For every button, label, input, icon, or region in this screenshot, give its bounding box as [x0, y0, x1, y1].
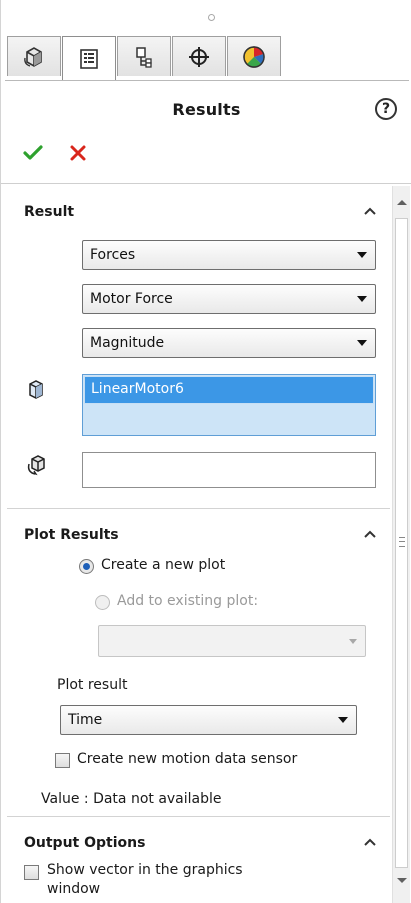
scrollbar-thumb[interactable]	[395, 218, 408, 868]
dropdown-arrow-icon	[357, 296, 367, 302]
dropdown-arrow-icon	[357, 252, 367, 258]
reference-component-icon	[27, 455, 45, 476]
cancel-x-icon[interactable]	[69, 144, 87, 162]
output-options-group: Output Options Show vector in the graphi…	[7, 817, 390, 903]
tab-display-manager[interactable]	[227, 36, 281, 76]
selected-entity-item[interactable]: LinearMotor6	[84, 376, 374, 404]
display-manager-icon	[243, 45, 265, 68]
tab-dimxpert-manager[interactable]	[172, 36, 226, 76]
thumb-grip-icon	[399, 537, 405, 547]
manager-tab-bar	[5, 36, 409, 81]
chevron-up-icon[interactable]	[363, 529, 377, 539]
tab-property-manager[interactable]	[62, 36, 116, 80]
part-icon	[24, 46, 42, 67]
create-motion-sensor-label[interactable]: Create new motion data sensor	[77, 751, 297, 767]
add-existing-plot-label: Add to existing plot:	[117, 593, 259, 609]
result-category-dropdown[interactable]: Forces	[82, 240, 376, 270]
add-existing-plot-radio	[95, 595, 110, 610]
header-divider	[1, 183, 411, 184]
ok-check-icon[interactable]	[23, 144, 43, 162]
configuration-manager-icon	[136, 46, 152, 68]
page-title: Results	[172, 100, 241, 119]
plot-results-group-title: Plot Results	[24, 527, 119, 543]
show-vector-label[interactable]: Show vector in the graphics window	[47, 861, 299, 899]
result-subcategory-value: Motor Force	[90, 291, 173, 307]
dropdown-arrow-icon	[338, 717, 348, 723]
property-scroll-area: Result Forces Motor Force Magnitude Line…	[7, 186, 390, 903]
dropdown-arrow-icon	[349, 639, 357, 644]
show-vector-checkbox[interactable]	[24, 865, 39, 880]
property-manager-icon	[80, 48, 98, 69]
create-new-plot-radio[interactable]	[79, 559, 94, 574]
help-icon[interactable]: ?	[375, 98, 397, 120]
scroll-up-arrow-icon[interactable]	[397, 200, 407, 205]
chevron-up-icon[interactable]	[363, 206, 377, 216]
chevron-up-icon[interactable]	[363, 837, 377, 847]
tab-feature-manager[interactable]	[7, 36, 61, 76]
result-component-dropdown[interactable]: Magnitude	[82, 328, 376, 358]
value-status-text: Value : Data not available	[41, 791, 222, 807]
plot-result-value: Time	[68, 712, 103, 728]
selected-entities-box[interactable]: LinearMotor6	[82, 374, 376, 436]
tab-configuration-manager[interactable]	[117, 36, 171, 76]
result-group-title: Result	[24, 204, 75, 220]
plot-result-dropdown[interactable]: Time	[60, 705, 357, 735]
plot-result-label: Plot result	[57, 677, 128, 693]
grip-dot-icon	[208, 14, 215, 21]
result-group: Result Forces Motor Force Magnitude Line…	[7, 186, 390, 504]
result-component-value: Magnitude	[90, 335, 165, 351]
create-motion-sensor-checkbox[interactable]	[55, 753, 70, 768]
entity-selection-icon	[29, 380, 43, 399]
dropdown-arrow-icon	[357, 340, 367, 346]
dimxpert-icon	[189, 46, 209, 67]
plot-results-group: Plot Results Create a new plot Add to ex…	[7, 509, 390, 815]
result-category-value: Forces	[90, 247, 136, 263]
plot-results-group-header[interactable]: Plot Results	[7, 509, 390, 549]
output-options-group-title: Output Options	[24, 835, 146, 851]
output-options-group-header[interactable]: Output Options	[7, 817, 390, 857]
panel-grip[interactable]	[1, 0, 411, 34]
result-subcategory-dropdown[interactable]: Motor Force	[82, 284, 376, 314]
result-group-header[interactable]: Result	[7, 186, 390, 226]
scroll-down-arrow-icon[interactable]	[397, 878, 407, 883]
create-new-plot-label[interactable]: Create a new plot	[101, 557, 225, 573]
existing-plot-dropdown	[98, 625, 366, 657]
vertical-scrollbar[interactable]	[392, 186, 410, 903]
results-property-manager: Results ? Result Forces Motor Force Magn…	[0, 0, 411, 903]
reference-component-input[interactable]	[82, 452, 376, 488]
